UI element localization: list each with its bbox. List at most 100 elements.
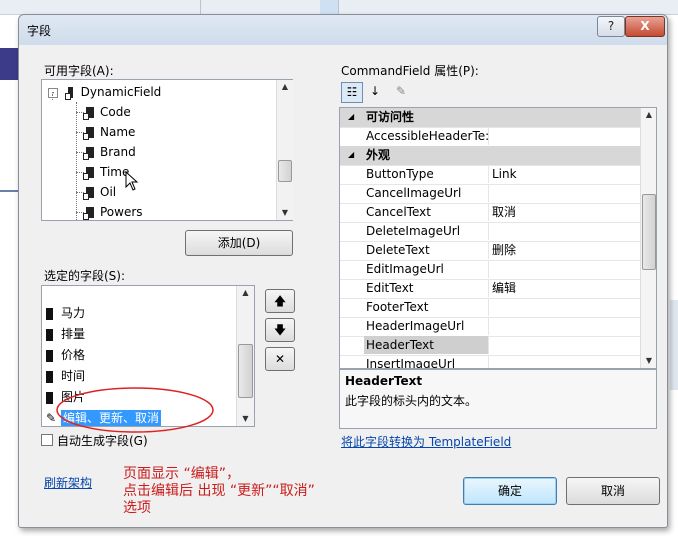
property-row[interactable]: AccessibleHeaderTe: — [340, 127, 654, 147]
selected-field-item[interactable]: 时间 — [46, 366, 85, 387]
selected-field-item[interactable]: 排量 — [46, 324, 85, 345]
available-field-item[interactable]: Code — [83, 102, 131, 122]
auto-generate-label: 自动生成字段(G) — [57, 434, 148, 448]
property-row[interactable]: DeleteText 删除 — [340, 241, 654, 261]
property-row[interactable]: DeleteImageUrl — [340, 222, 654, 242]
cancel-button[interactable]: 取消 — [566, 477, 660, 505]
field-icon — [83, 107, 94, 120]
delete-field-button[interactable]: ✕ — [265, 347, 295, 371]
field-icon — [46, 370, 53, 383]
selected-field-item[interactable]: 马力 — [46, 303, 85, 324]
property-row[interactable]: CancelText 取消 — [340, 203, 654, 223]
property-value[interactable]: 编辑 — [488, 279, 516, 297]
selected-field-label: 时间 — [61, 369, 86, 383]
property-row[interactable]: ButtonType Link — [340, 165, 654, 185]
scroll-thumb[interactable] — [642, 194, 656, 270]
scroll-up-icon[interactable]: ▲ — [277, 80, 293, 94]
refresh-schema-link[interactable]: 刷新架构 — [44, 474, 92, 491]
categorized-icon[interactable]: ☷ — [341, 82, 363, 103]
property-row[interactable]: HeaderImageUrl — [340, 317, 654, 337]
available-field-item[interactable]: Time — [83, 162, 129, 182]
field-icon — [83, 207, 94, 220]
property-row[interactable]: CancelImageUrl — [340, 184, 654, 204]
field-icon — [64, 87, 73, 100]
property-grid[interactable]: ◢ 可访问性 AccessibleHeaderTe: ◢ 外观 ButtonType Lin… — [339, 107, 657, 369]
convert-templatefield-link[interactable]: 将此字段转换为 TemplateField — [341, 433, 511, 450]
available-field-label: Powers — [100, 205, 143, 219]
arrow-down-icon: 🡇 — [273, 323, 287, 337]
help-button[interactable]: ? — [597, 16, 625, 37]
property-row[interactable]: HeaderText — [340, 336, 654, 356]
description-title: HeaderText — [345, 374, 423, 388]
field-icon — [46, 328, 53, 341]
property-row[interactable]: EditText 编辑 — [340, 279, 654, 299]
property-value[interactable]: 取消 — [488, 203, 516, 221]
property-value[interactable]: 删除 — [488, 241, 516, 259]
selected-field-label: 马力 — [61, 306, 86, 320]
selected-scrollbar[interactable]: ▲ ▼ — [236, 286, 254, 426]
collapse-icon[interactable]: ◢ — [348, 146, 354, 164]
property-row[interactable]: FooterText — [340, 298, 654, 318]
tree-root-label: DynamicField — [80, 85, 162, 99]
collapse-icon[interactable]: - — [48, 87, 58, 98]
field-icon — [83, 167, 94, 180]
tree-root[interactable]: - DynamicField — [48, 82, 161, 102]
collapse-icon[interactable]: ◢ — [348, 108, 354, 126]
scroll-down-icon[interactable]: ▼ — [641, 354, 656, 368]
scroll-up-icon[interactable]: ▲ — [641, 108, 656, 122]
auto-generate-checkbox[interactable] — [41, 434, 53, 446]
property-name: ButtonType — [364, 165, 489, 183]
property-category[interactable]: ◢ 可访问性 — [340, 108, 654, 128]
close-button[interactable]: X — [625, 16, 665, 37]
field-icon — [83, 187, 94, 200]
scroll-up-icon[interactable]: ▲ — [237, 286, 254, 300]
property-name: CancelImageUrl — [364, 184, 489, 202]
scroll-thumb[interactable] — [278, 160, 292, 182]
background-edge — [670, 300, 678, 390]
property-scrollbar[interactable]: ▲ ▼ — [640, 108, 656, 368]
property-value[interactable]: Link — [488, 165, 517, 183]
alphabetical-icon[interactable]: ↓ — [365, 82, 385, 101]
property-name: DeleteText — [364, 241, 489, 259]
annotation-ellipse — [56, 387, 214, 433]
move-down-button[interactable]: 🡇 — [265, 318, 295, 342]
category-name: 可访问性 — [366, 110, 415, 124]
available-field-item[interactable]: Oil — [83, 182, 117, 202]
add-button[interactable]: 添加(D) — [185, 230, 293, 256]
property-row[interactable]: EditImageUrl — [340, 260, 654, 280]
available-field-label: Oil — [100, 185, 117, 199]
title-bar: 字段 ? X — [19, 15, 667, 45]
property-pages-icon[interactable]: ✎ — [391, 82, 411, 101]
property-category[interactable]: ◢ 外观 — [340, 146, 654, 166]
property-row[interactable]: InsertImageUrl — [340, 355, 654, 368]
available-fields-label: 可用字段(A): — [44, 64, 114, 78]
available-scrollbar[interactable]: ▲ ▼ — [276, 80, 293, 220]
move-up-button[interactable]: 🡅 — [265, 289, 295, 313]
available-field-label: Code — [100, 105, 131, 119]
selected-field-item[interactable]: 价格 — [46, 345, 85, 366]
properties-label: CommandField 属性(P): — [341, 64, 479, 78]
background-toolbar — [0, 0, 678, 15]
selected-fields-label: 选定的字段(S): — [44, 269, 126, 283]
property-name: EditText — [364, 279, 489, 297]
field-icon — [46, 391, 53, 404]
available-field-item[interactable]: Powers — [83, 202, 143, 222]
dialog-title: 字段 — [27, 24, 52, 38]
scroll-down-icon[interactable]: ▼ — [237, 412, 254, 426]
annotation-line-3: 选项 — [123, 500, 151, 516]
help-icon: ? — [607, 19, 615, 33]
mouse-cursor-icon — [125, 171, 139, 191]
scroll-down-icon[interactable]: ▼ — [277, 206, 293, 220]
available-field-label: Brand — [100, 145, 136, 159]
available-field-item[interactable]: Brand — [83, 142, 136, 162]
scroll-thumb[interactable] — [238, 344, 253, 398]
close-icon: X — [640, 19, 650, 33]
available-fields-tree[interactable]: - DynamicField Code Name Brand Time Oil Power… — [41, 79, 293, 221]
property-name: CancelText — [364, 203, 489, 221]
property-description-panel: HeaderText 此字段的标头内的文本。 — [339, 369, 657, 429]
ok-button[interactable]: 确定 — [463, 477, 557, 505]
field-icon — [46, 349, 53, 362]
available-field-item[interactable]: Name — [83, 122, 136, 142]
available-field-label: Name — [100, 125, 136, 139]
delete-icon: ✕ — [274, 352, 286, 366]
